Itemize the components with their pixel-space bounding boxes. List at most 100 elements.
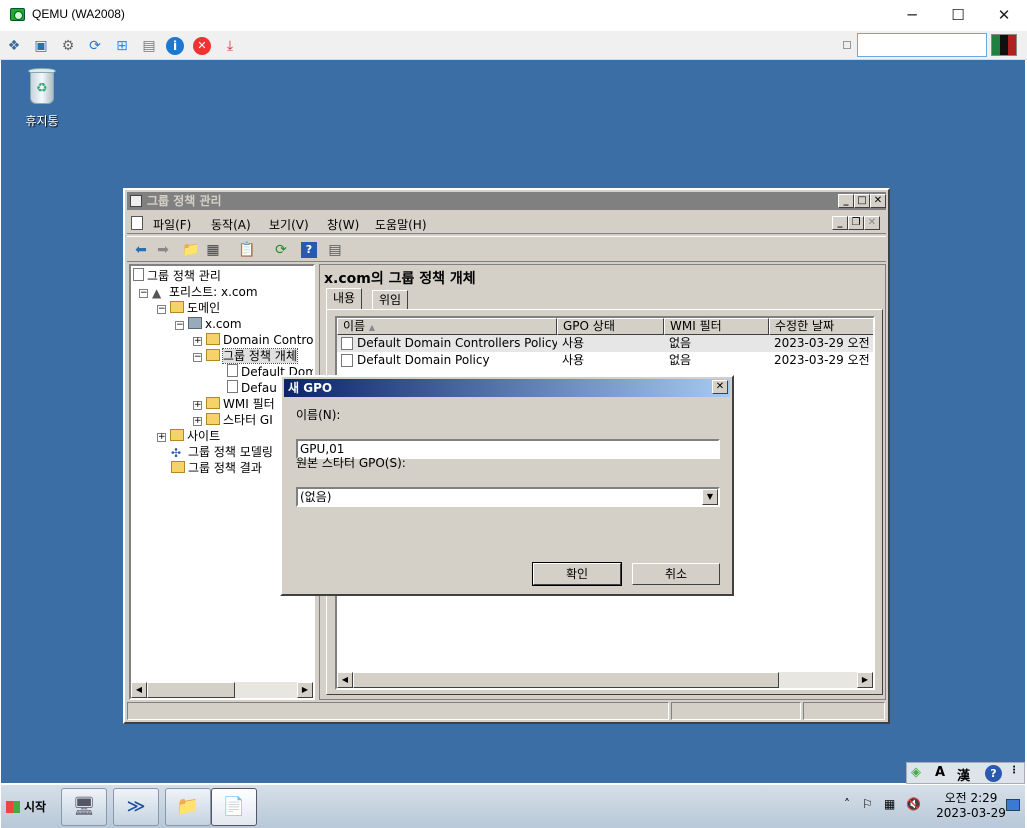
status-panel <box>803 702 885 720</box>
show-tree-icon[interactable]: ▦ <box>203 240 223 260</box>
windows-icon[interactable]: ⊞ <box>112 36 132 56</box>
scroll-thumb[interactable] <box>353 672 779 688</box>
server-manager-taskbar-button[interactable]: 🖥 <box>61 788 107 826</box>
expand-icon[interactable]: + <box>193 337 202 346</box>
up-folder-icon[interactable]: 📁 <box>181 240 201 260</box>
back-icon[interactable]: ⬅ <box>131 240 151 260</box>
scroll-right-icon[interactable]: ▶ <box>857 672 873 688</box>
info-icon[interactable]: i <box>166 37 184 55</box>
color-swatch-icon[interactable] <box>991 34 1017 56</box>
document-icon <box>131 216 143 230</box>
starter-gpo-select[interactable]: (없음) ▼ <box>296 487 720 507</box>
child-restore-button[interactable]: ❐ <box>848 216 864 230</box>
menu-view[interactable]: 보기(V) <box>269 216 309 233</box>
volume-muted-icon[interactable]: 🔇 <box>906 797 921 811</box>
gpmc-maximize-button[interactable]: □ <box>854 194 870 208</box>
langbar-options-icon[interactable]: ⋮ <box>1009 765 1019 776</box>
table-row[interactable]: Default Domain Controllers Policy 사용 없음 … <box>337 335 873 352</box>
child-minimize-button[interactable]: _ <box>832 216 848 230</box>
row-wmi: 없음 <box>669 336 692 350</box>
menu-window[interactable]: 창(W) <box>327 216 359 233</box>
tree-item-sites[interactable]: + 사이트 <box>157 428 220 444</box>
expand-icon[interactable]: + <box>157 433 166 442</box>
show-hidden-icon[interactable]: ˄ <box>844 797 850 811</box>
clock[interactable]: 오전 2:29 2023-03-29 <box>936 791 1006 821</box>
gpmc-taskbar-button[interactable]: 📄 <box>211 788 257 826</box>
maximize-button[interactable]: ☐ <box>935 0 981 31</box>
small-toggle-icon[interactable] <box>843 41 851 49</box>
menu-bar: 파일(F) 동작(A) 보기(V) 창(W) 도움말(H) _ ❐ ✕ <box>127 212 886 234</box>
scroll-thumb[interactable] <box>147 682 235 698</box>
menu-action[interactable]: 동작(A) <box>211 216 251 233</box>
forward-icon[interactable]: ➡ <box>153 240 173 260</box>
gpmc-close-button[interactable]: ✕ <box>870 194 886 208</box>
tab-contents[interactable]: 내용 <box>326 288 363 310</box>
show-desktop-icon[interactable] <box>1006 799 1020 811</box>
row-modified: 2023-03-29 오전 ... <box>774 353 875 367</box>
clipboard-icon[interactable]: 📋 <box>237 240 257 260</box>
stop-icon[interactable]: ✕ <box>193 37 211 55</box>
help-icon[interactable]: ? <box>301 242 317 258</box>
expand-icon[interactable]: + <box>193 417 202 426</box>
tree-item-root[interactable]: 그룹 정책 관리 <box>133 268 221 284</box>
ok-button[interactable]: 확인 <box>532 562 622 586</box>
tab-delegation[interactable]: 위임 <box>372 290 409 310</box>
tree-item-domain[interactable]: − x.com <box>175 316 242 332</box>
scroll-left-icon[interactable]: ◀ <box>131 682 147 698</box>
tree-item-modeling[interactable]: ✣ 그룹 정책 모델링 <box>171 444 273 460</box>
expand-icon[interactable]: + <box>193 401 202 410</box>
ime-settings-icon[interactable]: ◈ <box>911 765 921 780</box>
settings-icon[interactable]: ⚙ <box>58 36 78 56</box>
name-label: 이름(N): <box>296 408 341 422</box>
scroll-left-icon[interactable]: ◀ <box>337 672 353 688</box>
properties-icon[interactable]: ▤ <box>325 240 345 260</box>
refresh-icon[interactable]: ⟳ <box>271 240 291 260</box>
powershell-taskbar-button[interactable]: ≫ <box>113 788 159 826</box>
menu-file[interactable]: 파일(F) <box>153 216 191 233</box>
chevron-down-icon[interactable]: ▼ <box>702 489 718 505</box>
tree-item-results[interactable]: 그룹 정책 결과 <box>171 460 262 476</box>
help-button[interactable]: ? <box>985 765 1002 782</box>
ime-mode[interactable]: A <box>935 765 945 780</box>
explorer-taskbar-button[interactable]: 📁 <box>165 788 211 826</box>
close-button[interactable]: ✕ <box>981 0 1027 31</box>
list-hscrollbar[interactable]: ◀ ▶ <box>337 672 873 688</box>
vm-icon[interactable]: ❖ <box>4 36 24 56</box>
search-input[interactable] <box>857 33 987 57</box>
hanja-button[interactable]: 漢 <box>957 765 970 784</box>
column-header-modified[interactable]: 수정한 날짜 <box>769 318 873 335</box>
fullscreen-icon[interactable]: ▣ <box>31 36 51 56</box>
usb-icon[interactable]: ▤ <box>139 36 159 56</box>
tree-item-dc-ou[interactable]: + Domain Contro <box>193 332 313 348</box>
tree-item-gpo-container[interactable]: − 그룹 정책 개체 <box>193 348 298 364</box>
column-header-wmi[interactable]: WMI 필터 <box>664 318 769 335</box>
starter-gpo-label: 원본 스타터 GPO(S): <box>296 456 406 470</box>
collapse-icon[interactable]: − <box>139 289 148 298</box>
minimize-button[interactable]: ─ <box>889 0 935 31</box>
child-close-button[interactable]: ✕ <box>864 216 880 230</box>
tree-item-gpo[interactable]: Defau <box>227 380 277 396</box>
collapse-icon[interactable]: − <box>193 353 202 362</box>
start-button[interactable]: 시작 <box>4 793 52 821</box>
dialog-close-button[interactable]: ✕ <box>712 380 728 394</box>
scroll-right-icon[interactable]: ▶ <box>297 682 313 698</box>
table-row[interactable]: Default Domain Policy 사용 없음 2023-03-29 오… <box>337 352 875 369</box>
tree-item-forest[interactable]: − ▲ 포리스트: x.com <box>139 284 258 300</box>
cancel-button[interactable]: 취소 <box>632 563 720 585</box>
menu-help[interactable]: 도움말(H) <box>375 216 427 233</box>
tree-item-wmi[interactable]: + WMI 필터 <box>193 396 275 412</box>
collapse-icon[interactable]: − <box>157 305 166 314</box>
refresh-icon[interactable]: ⟳ <box>85 36 105 56</box>
tree-hscrollbar[interactable]: ◀ ▶ <box>131 682 313 698</box>
tree-item-domains[interactable]: − 도메인 <box>157 300 220 316</box>
flag-icon[interactable]: ⚐ <box>862 797 873 811</box>
gpmc-minimize-button[interactable]: _ <box>838 194 854 208</box>
save-icon[interactable]: ⤓ <box>220 36 240 56</box>
clock-date: 2023-03-29 <box>936 806 1006 820</box>
column-header-name[interactable]: 이름 ▲ <box>337 318 557 335</box>
recycle-bin[interactable]: 휴지통 <box>19 66 65 129</box>
tree-item-starter[interactable]: + 스타터 GI <box>193 412 273 428</box>
column-header-status[interactable]: GPO 상태 <box>557 318 664 335</box>
collapse-icon[interactable]: − <box>175 321 184 330</box>
network-icon[interactable]: ▦ <box>884 797 895 811</box>
